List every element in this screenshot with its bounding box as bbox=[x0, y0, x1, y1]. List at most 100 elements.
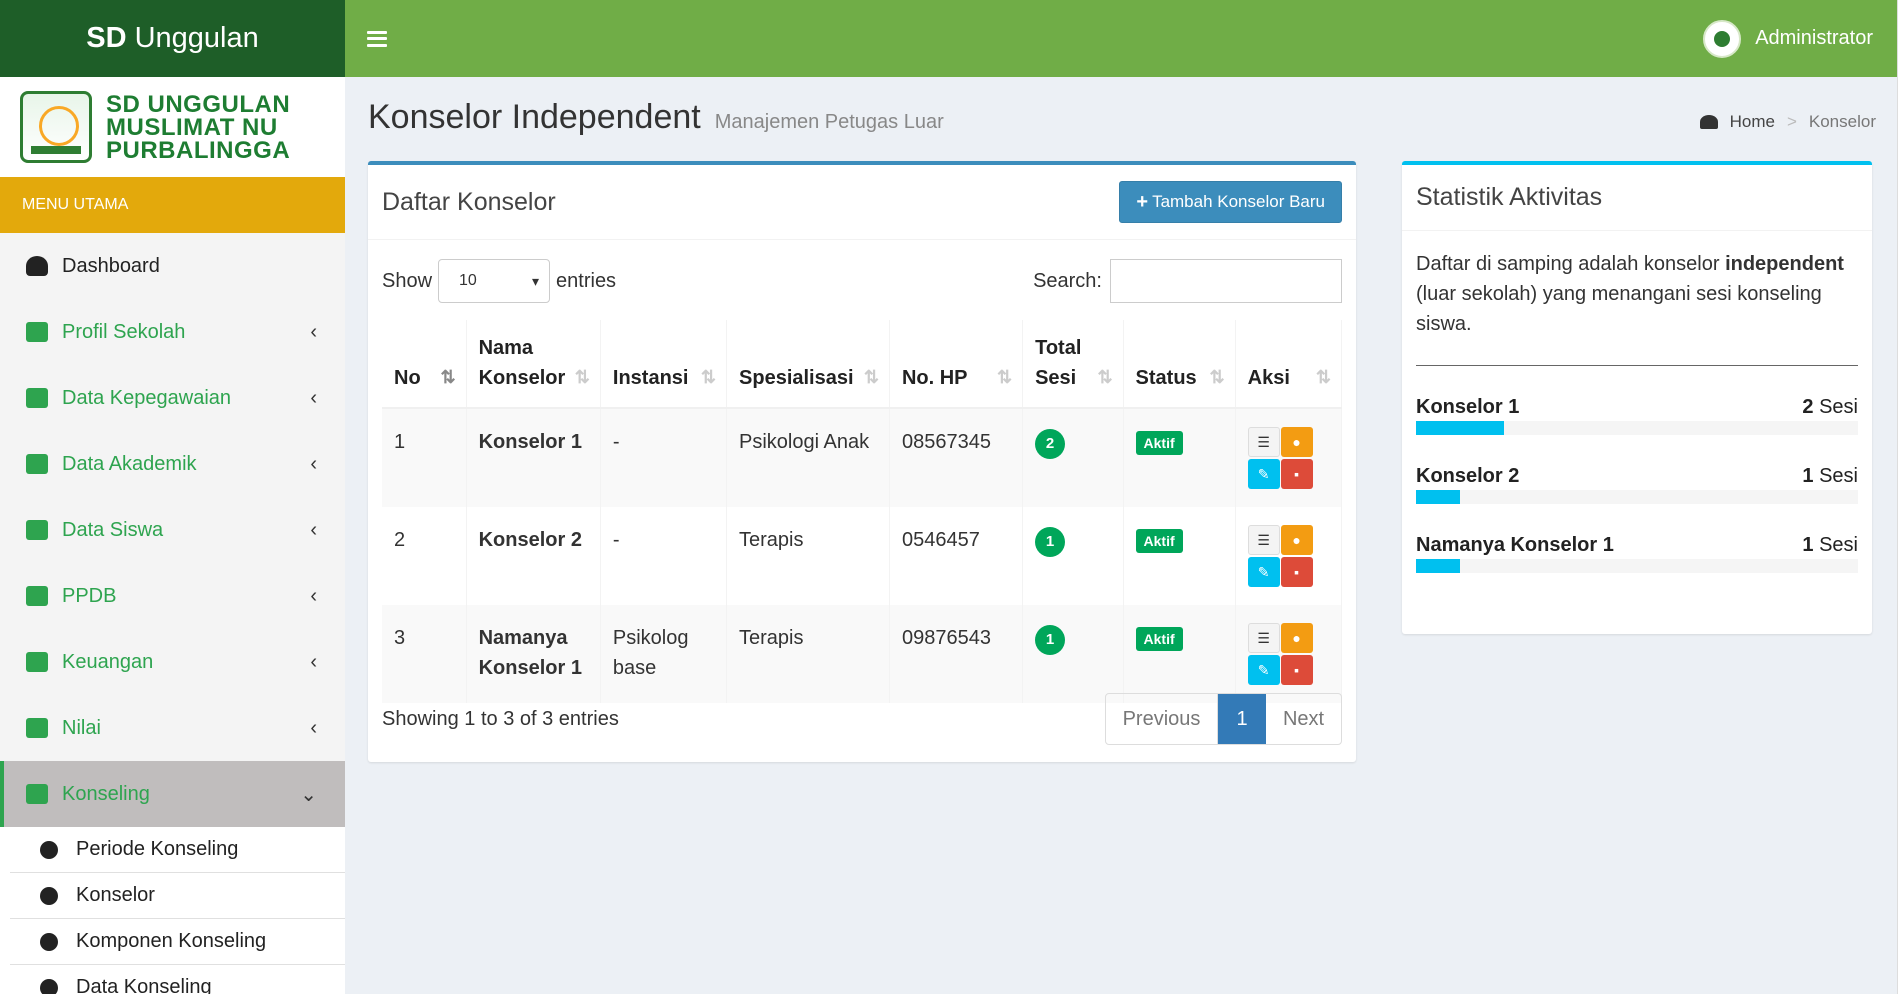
cell-no: 2 bbox=[382, 507, 467, 605]
table-row: 1 Konselor 1 - Psikologi Anak 08567345 2… bbox=[382, 408, 1343, 507]
heartbeat-icon bbox=[26, 784, 48, 804]
trash-icon[interactable]: ▪ bbox=[1280, 557, 1313, 587]
progress-fill bbox=[1416, 421, 1505, 435]
previous-page-button[interactable]: Previous bbox=[1106, 694, 1218, 744]
menu-toggle-icon[interactable] bbox=[367, 30, 387, 47]
page-subtitle: Manajemen Petugas Luar bbox=[714, 111, 944, 133]
column-header-status[interactable]: Status ⇅ bbox=[1123, 320, 1236, 409]
brand-name: Unggulan bbox=[134, 22, 259, 54]
sidebar-item-konseling[interactable]: Konseling ⌄ bbox=[0, 761, 345, 827]
cell-no: 1 bbox=[382, 408, 467, 507]
cell-status: Aktif bbox=[1123, 507, 1236, 605]
sidebar-subitem-komponen-konseling[interactable]: Komponen Konseling bbox=[10, 919, 345, 965]
scrollbar[interactable] bbox=[1897, 0, 1903, 994]
cell-no: 3 bbox=[382, 605, 467, 703]
stat-name: Konselor 1 bbox=[1416, 396, 1520, 418]
table-footer: Showing 1 to 3 of 3 entries Previous 1 N… bbox=[382, 693, 1342, 745]
table-row: 2 Konselor 2 - Terapis 0546457 1 Aktif ☰… bbox=[382, 507, 1343, 605]
cell-status: Aktif bbox=[1123, 408, 1236, 507]
column-header-aksi[interactable]: Aksi ⇅ bbox=[1235, 320, 1343, 409]
column-header-no[interactable]: No ⇅ bbox=[382, 320, 467, 409]
column-header-total-sesi[interactable]: Total Sesi ⇅ bbox=[1022, 320, 1124, 409]
avatar bbox=[1703, 19, 1742, 58]
sidebar-item-ppdb[interactable]: PPDB ‹ bbox=[0, 563, 345, 629]
circle-icon bbox=[40, 978, 58, 994]
list-icon[interactable]: ☰ bbox=[1247, 525, 1280, 555]
user-menu[interactable]: Administrator bbox=[1703, 19, 1873, 58]
sidebar-subitem-konselor[interactable]: Konselor bbox=[10, 873, 345, 919]
show-label: Show bbox=[382, 269, 433, 292]
sidebar-subitem-periode-konseling[interactable]: Periode Konseling bbox=[10, 827, 345, 873]
edit-icon[interactable]: ✎ bbox=[1247, 459, 1280, 489]
page-1-button[interactable]: 1 bbox=[1218, 694, 1266, 744]
sidebar-item-data-siswa[interactable]: Data Siswa ‹ bbox=[0, 497, 345, 563]
column-header-instansi[interactable]: Instansi ⇅ bbox=[600, 320, 728, 409]
sidebar-item-dashboard[interactable]: Dashboard bbox=[0, 233, 345, 299]
breadcrumb-home[interactable]: Home bbox=[1730, 112, 1775, 132]
sesi-badge: 1 bbox=[1035, 625, 1066, 655]
stat-name: Konselor 2 bbox=[1416, 465, 1520, 487]
trash-icon[interactable]: ▪ bbox=[1280, 459, 1313, 489]
cell-spesialisasi: Terapis bbox=[726, 605, 890, 703]
sidebar-item-keuangan[interactable]: Keuangan ‹ bbox=[0, 629, 345, 695]
dashboard-icon bbox=[1699, 115, 1718, 129]
stat-name: Namanya Konselor 1 bbox=[1416, 534, 1614, 556]
chevron-down-icon: ▾ bbox=[532, 272, 540, 289]
sidebar-item-nilai[interactable]: Nilai ‹ bbox=[0, 695, 345, 761]
menu-header: MENU UTAMA bbox=[0, 177, 345, 233]
user-icon[interactable]: ● bbox=[1280, 525, 1313, 555]
box-title: Statistik Aktivitas bbox=[1416, 183, 1603, 211]
sort-icon: ⇅ bbox=[700, 367, 717, 387]
trash-icon[interactable]: ▪ bbox=[1280, 655, 1313, 685]
sidebar-item-data-akademik[interactable]: Data Akademik ‹ bbox=[0, 431, 345, 497]
cell-nama: Konselor 1 bbox=[466, 408, 601, 507]
edit-icon[interactable]: ✎ bbox=[1247, 655, 1280, 685]
chevron-left-icon: ‹ bbox=[310, 650, 317, 673]
sidebar-item-data-kepegawaian[interactable]: Data Kepegawaian ‹ bbox=[0, 365, 345, 431]
user-icon[interactable]: ● bbox=[1280, 623, 1313, 653]
brand-logo[interactable]: SD Unggulan bbox=[0, 0, 345, 77]
edit-icon[interactable]: ✎ bbox=[1247, 557, 1280, 587]
next-page-button[interactable]: Next bbox=[1266, 694, 1341, 744]
sidebar-item-profil-sekolah[interactable]: Profil Sekolah ‹ bbox=[0, 299, 345, 365]
list-icon[interactable]: ☰ bbox=[1247, 427, 1280, 457]
sort-icon: ⇅ bbox=[1315, 367, 1331, 387]
sort-icon: ⇅ bbox=[863, 367, 879, 387]
box-header: Statistik Aktivitas bbox=[1402, 165, 1872, 231]
column-header-hp[interactable]: No. HP ⇅ bbox=[889, 320, 1024, 409]
building-icon bbox=[26, 322, 48, 342]
cell-sesi: 2 bbox=[1022, 408, 1124, 507]
chevron-left-icon: ‹ bbox=[310, 584, 317, 607]
box-header: Daftar Konselor + Tambah Konselor Baru bbox=[368, 165, 1356, 240]
circle-icon bbox=[40, 840, 58, 859]
note-icon bbox=[26, 586, 48, 606]
cell-nama: Namanya Konselor 1 bbox=[466, 605, 601, 703]
konselor-table: No ⇅ Nama Konselor ⇅ Instansi ⇅ Spesialisas… bbox=[382, 320, 1343, 703]
sort-icon: ⇅ bbox=[574, 367, 590, 387]
table-info: Showing 1 to 3 of 3 entries bbox=[382, 707, 619, 730]
search-input[interactable] bbox=[1110, 259, 1342, 303]
chevron-left-icon: ‹ bbox=[310, 386, 317, 409]
stat-item: Namanya Konselor 1 1 Sesi bbox=[1416, 534, 1858, 573]
statistik-description: Daftar di samping adalah konselor indepe… bbox=[1416, 249, 1858, 366]
top-navbar: SD Unggulan Administrator bbox=[0, 0, 1897, 77]
progress-fill bbox=[1416, 559, 1461, 573]
calculator-icon bbox=[26, 718, 48, 738]
progress-fill bbox=[1416, 490, 1461, 504]
list-icon[interactable]: ☰ bbox=[1247, 623, 1280, 653]
sort-asc-icon: ⇅ bbox=[440, 367, 456, 387]
graduation-cap-icon bbox=[26, 520, 48, 540]
stat-count: 2 Sesi bbox=[1802, 396, 1858, 418]
column-header-spesialisasi[interactable]: Spesialisasi ⇅ bbox=[726, 320, 890, 409]
user-icon[interactable]: ● bbox=[1280, 427, 1313, 457]
table-row: 3 Namanya Konselor 1 Psikolog base Terap… bbox=[382, 605, 1343, 703]
box-title: Daftar Konselor bbox=[382, 187, 556, 216]
add-konselor-button[interactable]: + Tambah Konselor Baru bbox=[1119, 181, 1342, 223]
column-header-nama[interactable]: Nama Konselor ⇅ bbox=[466, 320, 601, 409]
cell-instansi: - bbox=[600, 507, 728, 605]
breadcrumb-current: Konselor bbox=[1808, 112, 1876, 131]
status-badge: Aktif bbox=[1135, 431, 1183, 455]
page-size-select[interactable]: 10 ▾ bbox=[438, 259, 551, 303]
konseling-submenu: Periode Konseling Konselor Komponen Kons… bbox=[0, 827, 345, 994]
sidebar-subitem-data-konseling[interactable]: Data Konseling bbox=[10, 965, 345, 994]
